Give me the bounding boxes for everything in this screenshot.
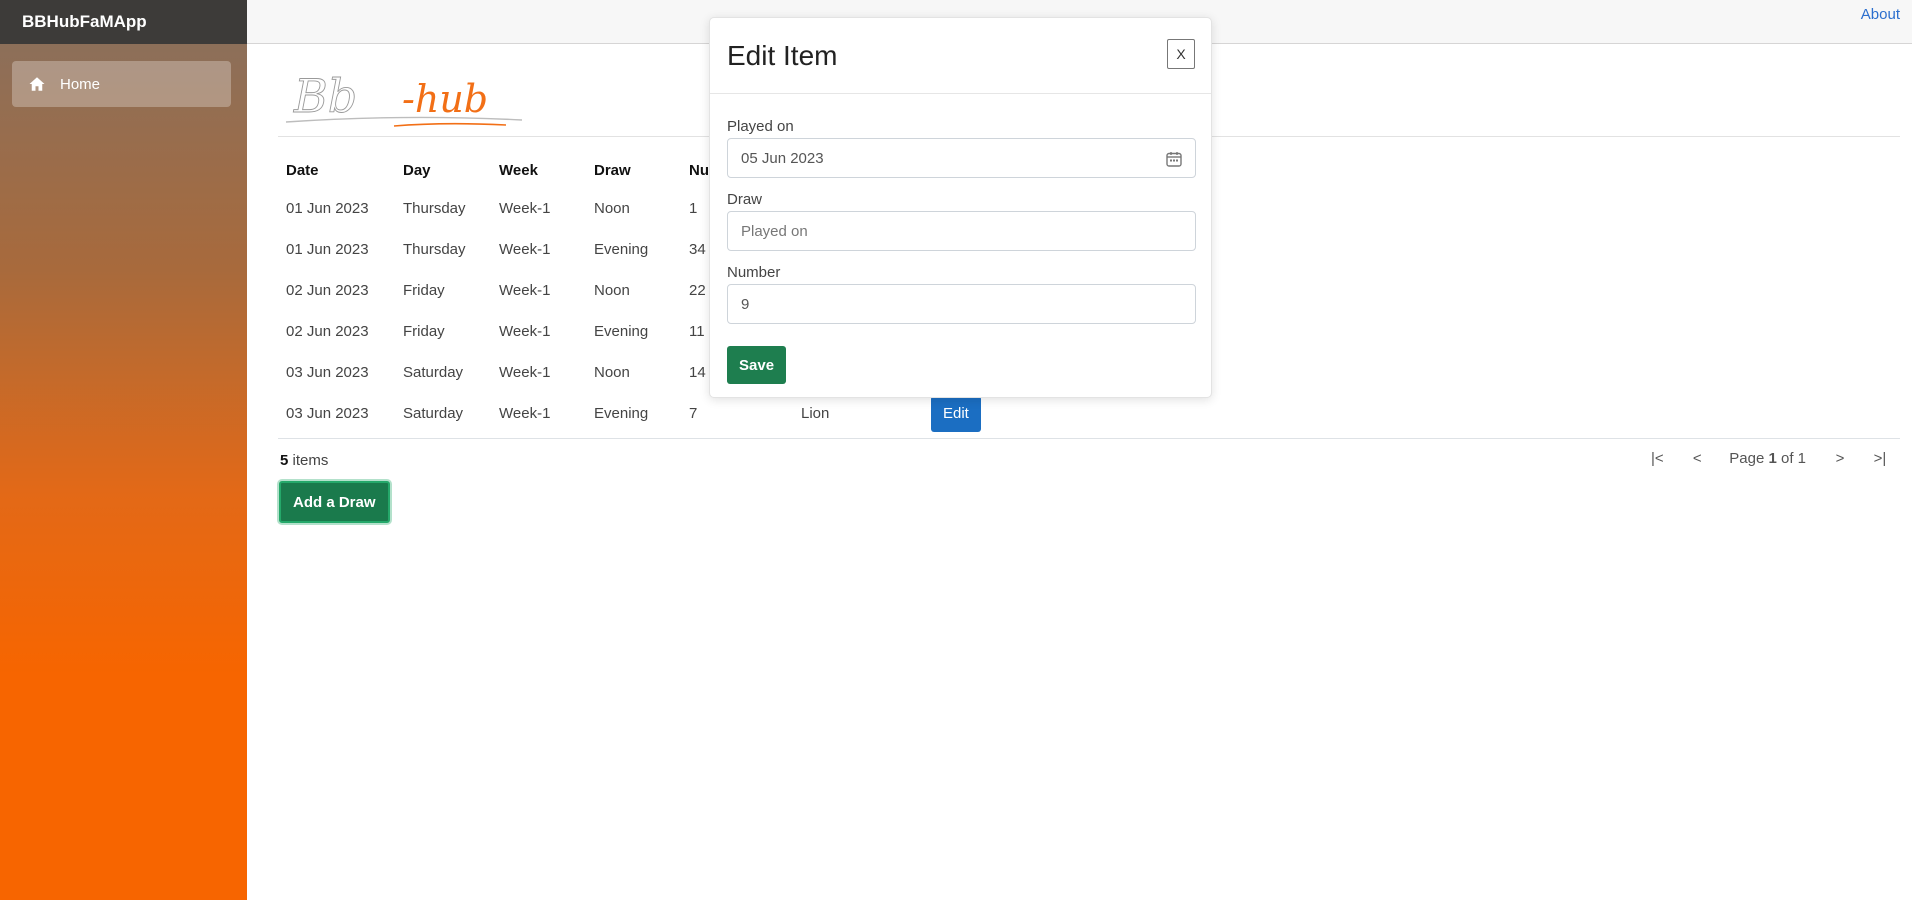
draw-input[interactable] — [728, 212, 1195, 250]
cell-date: 01 Jun 2023 — [286, 200, 369, 217]
modal-header: Edit Item X — [710, 18, 1211, 94]
pager-first-button[interactable]: |< — [1637, 450, 1677, 467]
home-icon — [29, 77, 45, 91]
svg-text:-hub: -hub — [402, 77, 488, 121]
column-header-date[interactable]: Date — [278, 152, 395, 188]
pager-prev-button[interactable]: < — [1677, 450, 1717, 467]
save-button[interactable]: Save — [727, 346, 787, 384]
cell-number: 7 — [689, 405, 698, 422]
number-label: Number — [727, 264, 781, 281]
column-header-week[interactable]: Week — [491, 152, 586, 188]
cell-day: Thursday — [403, 241, 466, 258]
sidebar-item-home[interactable]: Home — [12, 61, 231, 107]
played-on-input[interactable] — [728, 139, 1195, 177]
app-brand[interactable]: BBHubFaMApp — [0, 0, 247, 44]
edit-item-modal: Edit Item X Played on Draw Number Save — [709, 17, 1212, 398]
cell-date: 03 Jun 2023 — [286, 364, 369, 381]
number-field-wrapper — [727, 284, 1196, 324]
cell-date: 02 Jun 2023 — [286, 323, 369, 340]
column-header-day[interactable]: Day — [395, 152, 491, 188]
cell-day: Friday — [403, 323, 445, 340]
grid-divider — [278, 438, 1900, 439]
draw-label: Draw — [727, 191, 763, 208]
sidebar: BBHubFaMApp Home — [0, 0, 247, 900]
modal-body: Played on Draw Number Save — [710, 118, 1211, 384]
cell-draw: Evening — [594, 405, 649, 422]
add-draw-button[interactable]: Add a Draw — [279, 481, 390, 523]
cell-week: Week-1 — [499, 364, 551, 381]
table-row: 03 Jun 2023 Saturday Week-1 Evening 7 Li… — [278, 393, 1003, 434]
pager-next-button[interactable]: > — [1820, 450, 1860, 467]
cell-animal: Lion — [801, 405, 830, 422]
pager-page-suffix: of 1 — [1776, 450, 1806, 467]
pager-label: Page 1 of 1 — [1729, 450, 1806, 467]
cell-week: Week-1 — [499, 241, 551, 258]
cell-week: Week-1 — [499, 323, 551, 340]
item-count-suffix: items — [288, 452, 329, 469]
cell-draw: Evening — [594, 323, 649, 340]
cell-date: 02 Jun 2023 — [286, 282, 369, 299]
cell-draw: Noon — [594, 364, 630, 381]
cell-date: 03 Jun 2023 — [286, 405, 369, 422]
cell-draw: Evening — [594, 241, 649, 258]
column-header-draw[interactable]: Draw — [586, 152, 681, 188]
pager-last-button[interactable]: >| — [1860, 450, 1900, 467]
number-input[interactable] — [728, 285, 1195, 323]
svg-text:Bb: Bb — [293, 69, 357, 123]
draw-field-wrapper — [727, 211, 1196, 251]
calendar-icon[interactable] — [1165, 150, 1183, 168]
cell-day: Saturday — [403, 364, 464, 381]
pager: |< < Page 1 of 1 > >| — [1637, 450, 1900, 467]
app-title: BBHubFaMApp — [22, 12, 147, 31]
bb-hub-logo: Bb -hub — [285, 69, 523, 127]
played-on-label: Played on — [727, 118, 794, 135]
modal-title: Edit Item — [727, 39, 838, 71]
pager-current-page: 1 — [1768, 450, 1777, 467]
played-on-field-wrapper — [727, 138, 1196, 178]
cell-week: Week-1 — [499, 282, 551, 299]
cell-day: Saturday — [403, 405, 464, 422]
cell-week: Week-1 — [499, 405, 551, 422]
cell-week: Week-1 — [499, 200, 551, 217]
cell-date: 01 Jun 2023 — [286, 241, 369, 258]
cell-actions: Edit — [923, 393, 1003, 434]
cell-day: Friday — [403, 282, 445, 299]
sidebar-item-label: Home — [60, 75, 101, 93]
close-button[interactable]: X — [1167, 39, 1195, 69]
cell-draw: Noon — [594, 282, 630, 299]
cell-draw: Noon — [594, 200, 630, 217]
about-link[interactable]: About — [1861, 6, 1900, 23]
pager-page-prefix: Page — [1729, 450, 1769, 467]
edit-button[interactable]: Edit — [931, 395, 981, 432]
item-count: 5 items — [280, 452, 328, 469]
cell-day: Thursday — [403, 200, 466, 217]
